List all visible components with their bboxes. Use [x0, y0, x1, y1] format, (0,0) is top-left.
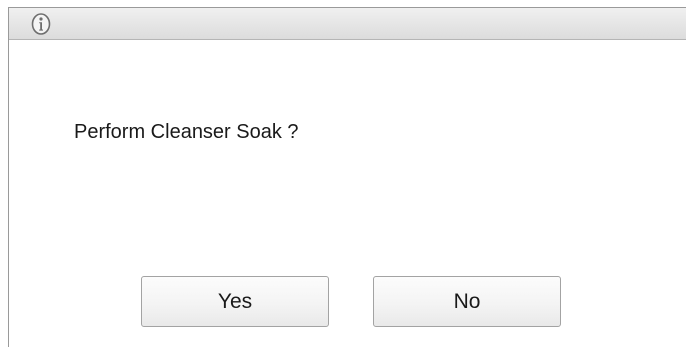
no-button[interactable]: No	[373, 276, 561, 327]
dialog-titlebar	[9, 8, 686, 40]
confirm-dialog: Perform Cleanser Soak ? Yes No	[8, 7, 686, 347]
dialog-message: Perform Cleanser Soak ?	[74, 121, 299, 143]
info-icon	[31, 13, 51, 35]
yes-button[interactable]: Yes	[141, 276, 329, 327]
